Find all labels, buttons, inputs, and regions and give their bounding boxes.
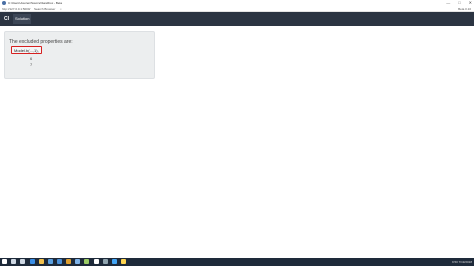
version-label: Beta 0.10 [458, 7, 471, 11]
explorer-icon[interactable] [39, 259, 44, 264]
nav-link-solution[interactable]: Solution [13, 14, 32, 24]
app-icon-7[interactable] [121, 259, 126, 264]
app-icon-5[interactable] [103, 259, 108, 264]
url-field[interactable]: http://127.0.0.1:5000/ [2, 7, 30, 11]
app-icon-4[interactable] [94, 259, 99, 264]
task-view-icon[interactable] [20, 259, 25, 264]
brand-logo[interactable]: CI [2, 14, 11, 24]
search-icon[interactable]: ⌕ [60, 7, 62, 11]
navbar: CI Solution [0, 12, 474, 26]
list-item: 6 [30, 56, 33, 61]
clock[interactable]: 9:50 7/19/2018 [452, 259, 472, 265]
app-icon-1[interactable] [66, 259, 71, 264]
app-icon-6[interactable] [112, 259, 117, 264]
highlighted-property-text: Model.b(...,1), [14, 48, 39, 53]
app-icon [2, 1, 6, 5]
store-icon[interactable] [48, 259, 53, 264]
highlighted-property: Model.b(...,1), [11, 46, 42, 54]
start-icon[interactable] [2, 259, 7, 264]
search-input[interactable]: Search Browser [34, 7, 55, 11]
taskbar: 9:50 7/19/2018 [0, 258, 474, 266]
app-icon-2[interactable] [75, 259, 80, 264]
result-card: The excluded properties are: Model.b(...… [4, 31, 155, 79]
result-heading: The excluded properties are: [9, 39, 73, 45]
clock-date: 7/19/2018 [458, 260, 472, 264]
edge-icon[interactable] [30, 259, 35, 264]
mail-icon[interactable] [57, 259, 62, 264]
list-item: 7 [30, 62, 33, 67]
window-title: C:\Users\Jouzen\Source\Sandbox - Beta [8, 1, 63, 5]
app-icon-3[interactable] [84, 259, 89, 264]
search-icon[interactable] [11, 259, 16, 264]
clock-time: 9:50 [451, 260, 458, 264]
